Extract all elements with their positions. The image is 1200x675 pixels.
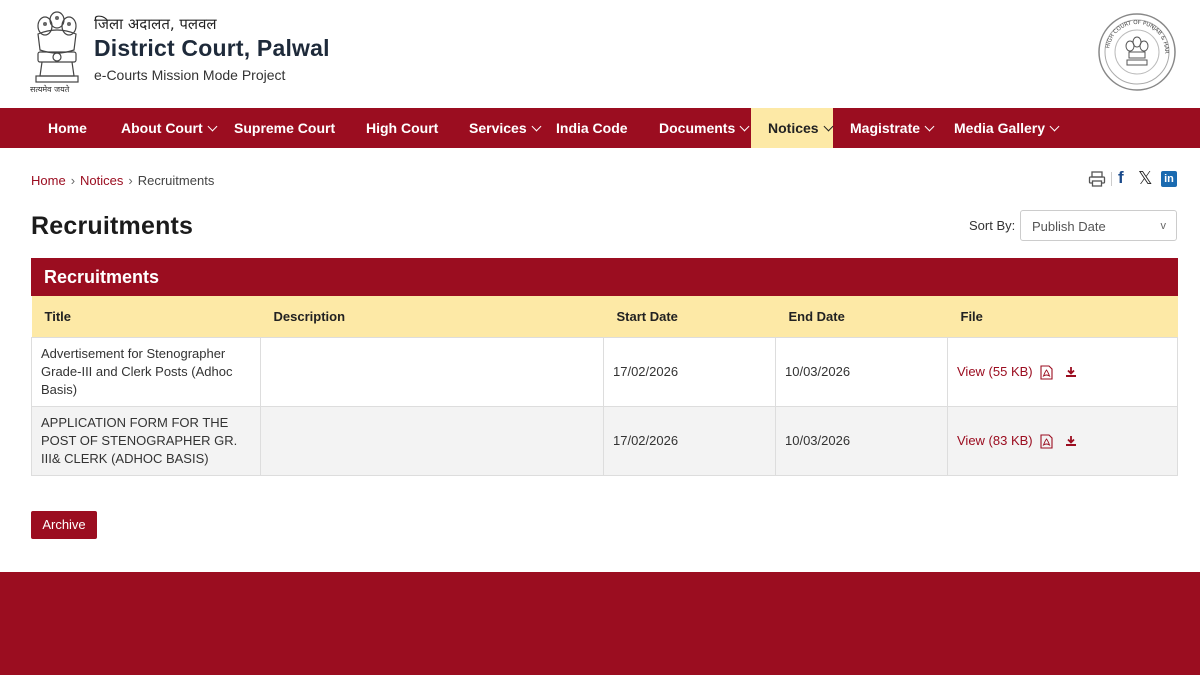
chevron-down-icon	[531, 121, 542, 132]
nav-about-court[interactable]: About Court	[121, 108, 218, 148]
nav-documents[interactable]: Documents	[659, 108, 750, 148]
view-file-link[interactable]: View (55 KB)	[957, 364, 1033, 379]
cell-description	[260, 336, 604, 407]
linkedin-icon[interactable]: in	[1161, 171, 1177, 187]
column-header-title: Title	[31, 296, 261, 337]
emblem-motto: सत्यमेव जयते	[30, 85, 70, 94]
breadcrumb-home[interactable]: Home	[31, 173, 66, 188]
nav-services-label: Services	[469, 120, 527, 136]
cell-end-date: 10/03/2026	[775, 405, 948, 476]
nav-magistrate-label: Magistrate	[850, 120, 921, 136]
column-header-start-date: Start Date	[603, 296, 776, 337]
site-title-hindi: जिला अदालत, पलवल	[94, 15, 217, 33]
nav-about-court-label: About Court	[121, 120, 203, 136]
chevron-down-icon	[823, 121, 834, 132]
breadcrumb-notices[interactable]: Notices	[80, 173, 123, 188]
cell-title: APPLICATION FORM FOR THE POST OF STENOGR…	[31, 405, 261, 476]
column-header-file: File	[947, 296, 1178, 337]
sort-selected-value: Publish Date	[1032, 219, 1106, 234]
download-icon[interactable]	[1065, 366, 1077, 378]
printer-icon[interactable]	[1088, 170, 1106, 188]
recruitments-panel: Recruitments Title Description Start Dat…	[31, 258, 1178, 476]
site-subtitle: e-Courts Mission Mode Project	[94, 67, 286, 83]
nav-high-court-label: High Court	[366, 120, 439, 136]
recruitments-table: Title Description Start Date End Date Fi…	[31, 296, 1178, 476]
nav-media-gallery-label: Media Gallery	[954, 120, 1046, 136]
nav-services[interactable]: Services	[469, 108, 542, 148]
chevron-down-icon	[739, 121, 750, 132]
high-court-seal-icon[interactable]: HIGH COURT OF PUNJAB & HARYANA	[1097, 12, 1177, 92]
table-header-row: Title Description Start Date End Date Fi…	[31, 296, 1178, 337]
cell-description	[260, 405, 604, 476]
archive-button[interactable]: Archive	[31, 511, 97, 539]
site-footer	[0, 572, 1200, 675]
sort-by-select[interactable]: Publish Date v	[1020, 210, 1177, 241]
nav-media-gallery[interactable]: Media Gallery	[954, 108, 1060, 148]
view-file-link[interactable]: View (83 KB)	[957, 433, 1033, 448]
nav-india-code-label: India Code	[556, 120, 628, 136]
nav-india-code[interactable]: India Code	[556, 108, 628, 148]
nav-documents-label: Documents	[659, 120, 736, 136]
dropdown-caret-icon: v	[1160, 220, 1167, 232]
table-row: Advertisement for Stenographer Grade-III…	[31, 336, 1178, 407]
panel-title: Recruitments	[31, 258, 1178, 296]
column-header-end-date: End Date	[775, 296, 948, 337]
main-navigation: Home About Court Supreme Court High Cour…	[0, 108, 1200, 148]
nav-home[interactable]: Home	[48, 108, 87, 148]
nav-notices-label: Notices	[768, 120, 819, 136]
cell-end-date: 10/03/2026	[775, 336, 948, 407]
cell-start-date: 17/02/2026	[603, 336, 776, 407]
chevron-down-icon	[924, 121, 935, 132]
breadcrumb-separator: ›	[128, 173, 133, 188]
table-row: APPLICATION FORM FOR THE POST OF STENOGR…	[31, 405, 1178, 476]
nav-supreme-court-label: Supreme Court	[234, 120, 336, 136]
breadcrumb-separator: ›	[70, 173, 76, 188]
pdf-icon[interactable]	[1040, 434, 1053, 449]
breadcrumb: Home › Notices › Recruitments	[31, 173, 214, 188]
chevron-down-icon	[207, 121, 218, 132]
pdf-icon[interactable]	[1040, 365, 1053, 380]
page-title: Recruitments	[31, 212, 194, 240]
nav-magistrate[interactable]: Magistrate	[850, 108, 935, 148]
cell-start-date: 17/02/2026	[603, 405, 776, 476]
nav-home-label: Home	[48, 120, 87, 136]
site-title[interactable]: District Court, Palwal	[94, 35, 330, 62]
column-header-description: Description	[260, 296, 604, 337]
nav-notices[interactable]: Notices	[751, 108, 834, 148]
cell-title: Advertisement for Stenographer Grade-III…	[31, 336, 261, 407]
national-emblem-icon[interactable]	[28, 6, 86, 96]
cell-file: View (55 KB)	[947, 336, 1178, 407]
sort-label: Sort By:	[969, 218, 1016, 233]
chevron-down-icon	[1049, 121, 1060, 132]
facebook-icon[interactable]: f	[1118, 168, 1124, 190]
x-twitter-icon[interactable]: 𝕏	[1138, 168, 1153, 190]
nav-supreme-court[interactable]: Supreme Court	[234, 108, 335, 148]
share-divider	[1111, 172, 1112, 186]
cell-file: View (83 KB)	[947, 405, 1178, 476]
site-header: सत्यमेव जयते जिला अदालत, पलवल District C…	[0, 0, 1200, 108]
breadcrumb-current: Recruitments	[137, 173, 215, 188]
nav-high-court[interactable]: High Court	[366, 108, 438, 148]
download-icon[interactable]	[1065, 435, 1077, 447]
